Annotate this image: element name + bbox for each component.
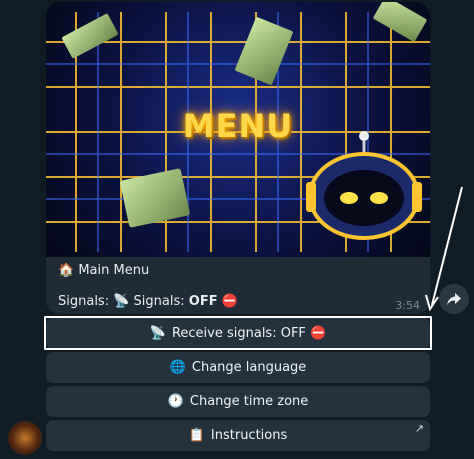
- signals-status: Signals: 📡 Signals: OFF ⛔: [58, 294, 238, 309]
- bot-avatar[interactable]: [8, 421, 42, 455]
- instructions-label: Instructions: [210, 428, 288, 443]
- change-time-zone-button[interactable]: 🕐 Change time zone: [46, 386, 430, 417]
- message-title: 🏠 Main Menu: [58, 263, 149, 278]
- satellite-icon: 📡: [113, 294, 130, 309]
- no-entry-icon: ⛔: [221, 294, 238, 309]
- status-label: Signals:: [133, 294, 189, 309]
- change-language-label: Change language: [191, 360, 307, 375]
- change-language-button[interactable]: 🌐 Change language: [46, 352, 430, 383]
- pointer-arrow: [425, 186, 463, 312]
- message-title-text: Main Menu: [78, 263, 150, 278]
- change-time-zone-label: Change time zone: [189, 394, 309, 409]
- status-value: OFF: [188, 294, 218, 309]
- message-time: 3:54: [395, 299, 420, 312]
- status-prefix: Signals:: [58, 294, 114, 309]
- house-icon: 🏠: [58, 263, 75, 278]
- highlight-frame: [44, 316, 432, 350]
- menu-banner-image: MENU: [46, 2, 430, 257]
- clipboard-icon: 📋: [188, 428, 205, 443]
- banner-title: MENU: [182, 107, 294, 145]
- external-link-icon: ↗: [414, 422, 424, 435]
- globe-icon: 🌐: [169, 360, 186, 375]
- instructions-button[interactable]: 📋 Instructions ↗: [46, 420, 430, 451]
- robot-icon: [306, 131, 422, 240]
- clock-icon: 🕐: [167, 394, 184, 409]
- bot-message: MENU 🏠 Main Menu Signals: 📡 Signals: OFF…: [46, 2, 430, 314]
